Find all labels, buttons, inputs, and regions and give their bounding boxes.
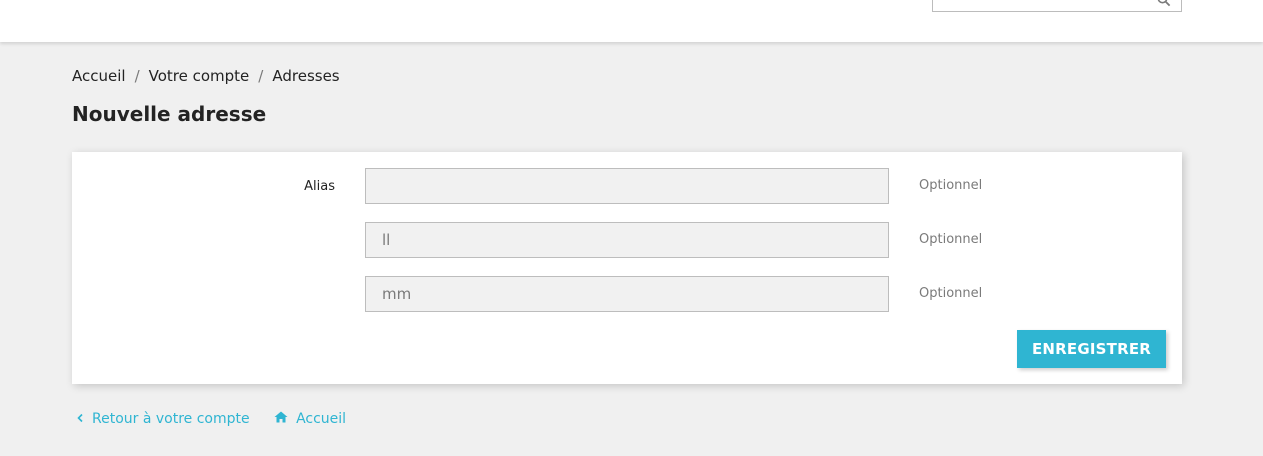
search-field[interactable] [932, 0, 1182, 12]
form-row-alias: Alias Optionnel [72, 168, 1182, 206]
home-link[interactable]: Accueil [274, 411, 346, 427]
breadcrumb-item-account[interactable]: Votre compte [149, 67, 250, 85]
alias-input[interactable] [365, 168, 889, 204]
address-form-card: Alias Optionnel Optionnel Optionnel ENRE… [72, 152, 1182, 384]
footer-links: Retour à votre compte Accueil [76, 411, 366, 427]
breadcrumb: Accueil / Votre compte / Adresses [72, 67, 340, 85]
back-to-account-link[interactable]: Retour à votre compte [76, 411, 250, 427]
search-icon[interactable] [1157, 0, 1171, 7]
second-field-optional-hint: Optionnel [919, 232, 983, 247]
breadcrumb-separator: / [258, 67, 264, 85]
save-button[interactable]: ENREGISTRER [1017, 330, 1166, 368]
third-field-input[interactable] [365, 276, 889, 312]
form-row-third: Optionnel [72, 276, 1182, 314]
back-to-account-label: Retour à votre compte [92, 411, 250, 427]
breadcrumb-item-addresses[interactable]: Adresses [272, 67, 339, 85]
home-label: Accueil [296, 411, 347, 427]
home-icon [274, 411, 296, 427]
second-field-input[interactable] [365, 222, 889, 258]
breadcrumb-separator: / [134, 67, 140, 85]
page-title: Nouvelle adresse [72, 102, 267, 126]
breadcrumb-item-home[interactable]: Accueil [72, 67, 126, 85]
alias-label: Alias [304, 179, 335, 194]
alias-optional-hint: Optionnel [919, 178, 983, 193]
chevron-left-icon [76, 411, 92, 427]
third-field-optional-hint: Optionnel [919, 286, 983, 301]
form-row-second: Optionnel [72, 222, 1182, 260]
top-header [0, 0, 1263, 42]
